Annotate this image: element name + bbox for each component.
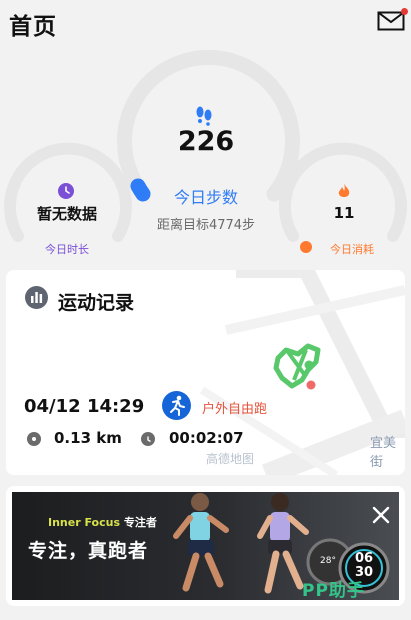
close-button[interactable]	[370, 504, 392, 526]
steps-value: 226	[177, 126, 235, 157]
location-pin-icon	[27, 432, 41, 446]
banner-slogan: 专注，真跑者	[28, 540, 149, 562]
flame-icon	[338, 184, 350, 197]
watch-small-text: 28°	[320, 556, 336, 566]
running-icon	[162, 391, 191, 420]
close-icon	[372, 506, 390, 524]
app-watermark: PP助手	[302, 581, 365, 601]
mail-button[interactable]	[377, 8, 408, 36]
steps-goal: 距离目标4774步	[156, 218, 256, 233]
activity-type: 户外自由跑	[202, 402, 268, 417]
distance-value: 0.13 km	[54, 429, 122, 447]
map-street-label: 宜美街	[370, 436, 397, 470]
duration-time: 00:02:07	[169, 429, 244, 447]
daily-stats: 暂无数据 今日时长 226 今日步数 距离目标4774步 11 今日消耗	[0, 46, 411, 262]
activity-record-card[interactable]: 运动记录 04/12 14:29 户外自由跑 0.13 km 00:02:07 …	[6, 270, 405, 475]
calories-label: 今日消耗	[330, 243, 374, 256]
record-chart-icon	[25, 286, 48, 309]
promo-banner[interactable]: Inner Focus 专注者 专注，真跑者 28° 06 30 PP助手	[6, 486, 405, 606]
banner-brand: Inner Focus 专注者	[48, 514, 157, 530]
header: 首页	[0, 0, 411, 46]
page-title: 首页	[9, 14, 57, 40]
record-title: 运动记录	[58, 292, 135, 314]
duration-value: 暂无数据	[36, 205, 97, 223]
record-date: 04/12 14:29	[24, 396, 145, 417]
watch-hour: 06	[354, 551, 374, 566]
map-watermark: 高德地图	[206, 452, 255, 466]
footprints-icon	[196, 106, 212, 126]
duration-label: 今日时长	[45, 243, 89, 256]
steps-label: 今日步数	[173, 188, 238, 207]
calories-ring-icon	[336, 183, 352, 204]
timer-icon	[141, 432, 155, 446]
calories-value: 11	[333, 204, 355, 222]
banner-brand-en: Inner Focus	[48, 516, 120, 529]
banner-brand-cn: 专注者	[123, 516, 157, 529]
notification-dot	[401, 8, 408, 15]
duration-ring-icon	[58, 183, 74, 203]
clock-icon	[58, 183, 74, 199]
